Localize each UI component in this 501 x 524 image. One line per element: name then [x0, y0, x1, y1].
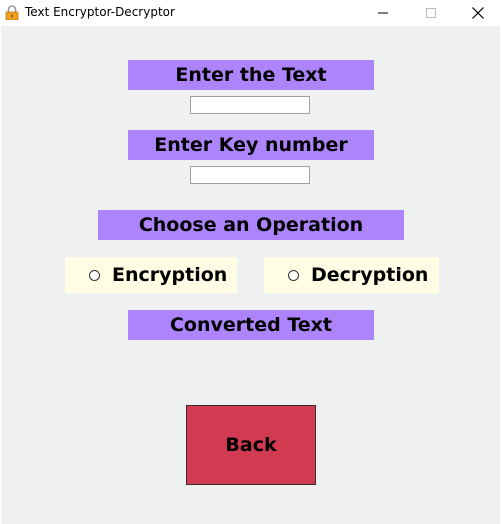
key-input[interactable] — [190, 166, 310, 184]
decryption-radio[interactable]: Decryption — [264, 257, 439, 293]
converted-text-label: Converted Text — [128, 310, 374, 340]
enter-text-label: Enter the Text — [128, 60, 374, 90]
lock-icon — [5, 5, 19, 21]
maximize-icon — [426, 8, 436, 18]
encryption-radio[interactable]: Encryption — [65, 257, 237, 293]
decryption-radio-label: Decryption — [311, 264, 429, 286]
choose-operation-label: Choose an Operation — [98, 210, 404, 240]
text-input[interactable] — [190, 96, 310, 114]
maximize-button[interactable] — [408, 0, 454, 26]
close-icon — [472, 7, 484, 19]
enter-key-label: Enter Key number — [128, 130, 374, 160]
main-window-area: Enter the Text Enter Key number Choose a… — [1, 26, 500, 524]
close-button[interactable] — [455, 0, 501, 26]
minimize-icon — [378, 12, 388, 14]
radio-circle-icon — [89, 269, 100, 281]
back-button[interactable]: Back — [186, 405, 316, 485]
title-bar: Text Encryptor-Decryptor — [0, 0, 501, 26]
radio-circle-icon — [288, 269, 299, 281]
window-title: Text Encryptor-Decryptor — [25, 5, 175, 19]
minimize-button[interactable] — [360, 0, 406, 26]
encryption-radio-label: Encryption — [112, 264, 228, 286]
